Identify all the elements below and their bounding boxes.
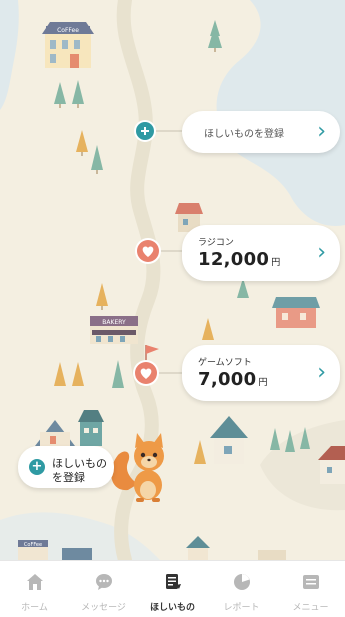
pink-house (272, 297, 320, 328)
register-wish-card[interactable]: ほしいものを登録 › (182, 111, 340, 153)
bakery: BAKERY (90, 316, 138, 344)
tab-label: レポート (223, 603, 260, 613)
register-wish-label: ほしいものを登録 (204, 129, 284, 140)
plus-icon: + (29, 459, 45, 475)
tab-label: メッセージ (81, 603, 126, 613)
heart-marker-radicon[interactable] (135, 238, 161, 264)
bubble-line2: を登録 (52, 471, 85, 484)
tab-home[interactable]: ホーム (0, 561, 69, 617)
chevron-right-icon: › (317, 360, 326, 385)
wish-item-name: ラジコン (198, 238, 234, 248)
report-icon (233, 574, 250, 590)
wish-item-card[interactable]: ラジコン 12,000 円 › (182, 225, 340, 281)
app-screen: CoFFee BAKERY CoFFee ほしいものを登録 › ラジコン 12,… (0, 0, 345, 617)
register-wish-bubble[interactable]: + ほしいもの を登録 (18, 446, 114, 488)
wish-item-price: 7,000 円 (198, 369, 268, 390)
bottom-tab-bar: ホーム メッセージ ほしいもの レポート メニュー (0, 560, 345, 617)
heart-marker-game[interactable] (133, 360, 159, 386)
chat-icon (95, 574, 112, 590)
svg-text:CoFFee: CoFFee (24, 542, 42, 548)
chevron-right-icon: › (317, 240, 326, 265)
wish-item-name: ゲームソフト (198, 358, 252, 368)
wish-item-card[interactable]: ゲームソフト 7,000 円 › (182, 345, 340, 401)
tab-report[interactable]: レポート (207, 561, 276, 617)
tab-label: メニュー (292, 603, 329, 613)
tab-label: ホーム (21, 603, 48, 613)
chevron-right-icon: › (317, 119, 326, 144)
tab-message[interactable]: メッセージ (69, 561, 138, 617)
svg-text:BAKERY: BAKERY (102, 319, 126, 326)
tab-label: ほしいもの (149, 603, 195, 613)
coffee-house-top: CoFFee (42, 22, 94, 68)
tab-menu[interactable]: メニュー (276, 561, 345, 617)
wishlist-icon (165, 574, 181, 589)
svg-text:CoFFee: CoFFee (57, 27, 79, 34)
menu-icon (302, 575, 319, 589)
wish-item-price: 12,000 円 (198, 249, 281, 270)
tab-wishlist[interactable]: ほしいもの (138, 561, 207, 617)
home-icon (26, 574, 43, 590)
register-marker[interactable] (134, 120, 156, 142)
